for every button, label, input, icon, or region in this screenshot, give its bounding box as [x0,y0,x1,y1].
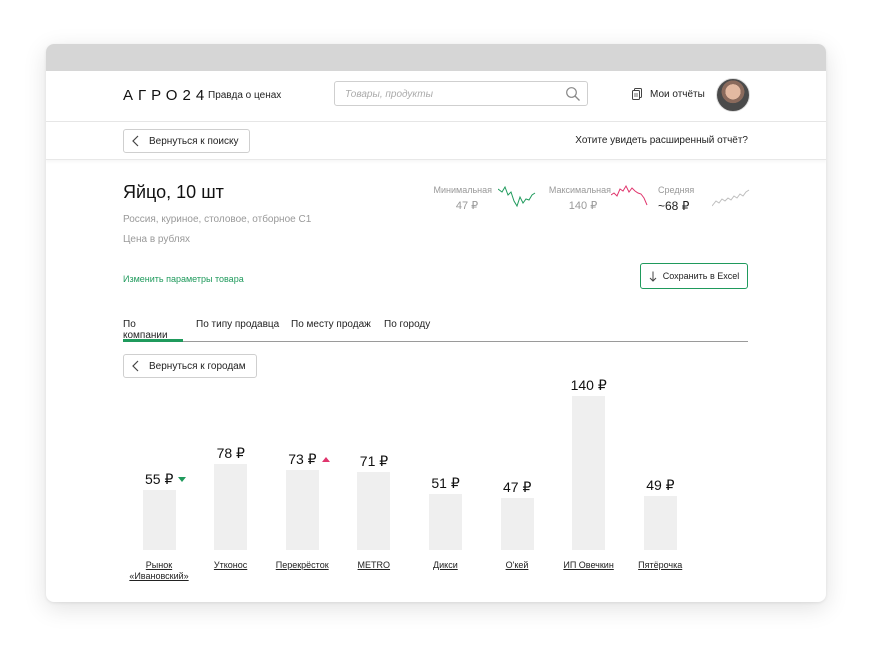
tab-by-seller-type[interactable]: По типу продавца [196,319,279,340]
sub-toolbar: Вернуться к поиску Хотите увидеть расшир… [46,122,826,160]
bar-value-label: 47 ₽ [503,479,532,496]
save-excel-label: Сохранить в Excel [662,271,740,281]
price-up-icon [321,457,330,463]
search-input[interactable] [345,87,555,101]
my-reports-link[interactable]: Мои отчёты [632,88,705,100]
price-down-icon [178,477,187,483]
price-unit: Цена в рублях [123,234,191,245]
slogan: Правда о ценах [208,90,282,101]
avatar[interactable] [716,78,750,112]
tab-by-city[interactable]: По городу [384,319,430,340]
tab-label: По месту продаж [291,319,371,330]
tabs: По компании По типу продавца По месту пр… [123,319,748,342]
logo[interactable]: АГРО24 [123,87,209,104]
tab-label: По типу продавца [196,319,280,330]
save-excel-button[interactable]: Сохранить в Excel [640,263,748,289]
bar-category-label[interactable]: Перекрёсток [262,560,342,571]
tab-by-sale-place[interactable]: По месту продаж [291,319,371,340]
chart-bar [214,464,248,550]
back-to-search-button[interactable]: Вернуться к поиску [123,129,250,153]
stat-max: Максимальная 140 ₽ [541,185,611,212]
bar-value-label: 78 ₽ [216,445,245,462]
bar-category-label[interactable]: Дикси [405,560,485,571]
stat-avg-label: Средняя [658,185,695,195]
tab-label: По городу [384,319,431,330]
search-icon[interactable] [565,86,581,102]
bar-value-label: 55 ₽ [145,471,187,488]
chart-bar [285,469,319,550]
tab-label: По компании [123,319,168,341]
stat-min: Минимальная 47 ₽ [432,185,492,212]
chart-bar [142,489,176,550]
back-to-cities-label: Вернуться к городам [149,360,246,372]
chart-bar [572,396,606,550]
bar-value-label: 71 ₽ [359,452,389,469]
stat-max-label: Максимальная [548,185,611,195]
price-bar-chart: 55 ₽ Рынок «Ивановский» 78 ₽ Утконос 73 ₽ Пере… [123,374,748,584]
window-titlebar [46,44,826,71]
bar-value-label: 73 ₽ [288,451,330,468]
max-sparkline [611,184,648,206]
min-sparkline [498,185,536,208]
bar-category-label[interactable]: О'кей [477,560,557,571]
reports-icon [632,88,642,100]
product-title: Яйцо, 10 шт [123,182,224,202]
chart-bar [357,471,391,550]
bar-category-label[interactable]: Утконос [191,560,271,571]
stat-avg-value: ~68 ₽ [658,199,690,213]
stat-min-label: Минимальная [433,185,492,195]
my-reports-label: Мои отчёты [650,88,705,100]
product-description: Россия, куриное, столовое, отборное С1 [123,214,312,225]
chart-bar [428,493,462,550]
site-header: АГРО24 Правда о ценах Мои отчёты [46,71,826,122]
back-to-search-label: Вернуться к поиску [149,135,239,147]
app-window: АГРО24 Правда о ценах Мои отчёты Ве [46,44,826,602]
bar-category-label[interactable]: METRO [334,560,414,571]
chevron-left-icon [132,360,139,372]
stat-min-value: 47 ₽ [455,200,479,212]
bar-value-label: 140 ₽ [570,377,607,393]
stat-avg: Средняя ~68 ₽ [658,185,698,213]
bar-category-label[interactable]: Рынок «Ивановский» [119,560,199,582]
chevron-left-icon [132,135,139,147]
bar-category-label[interactable]: Пятёрочка [620,560,700,571]
bar-value-label: 49 ₽ [646,477,675,494]
bar-category-label[interactable]: ИП Овечкин [549,560,629,571]
chart-bar [500,498,534,550]
chart-bar [643,496,677,550]
search-box[interactable] [334,81,588,106]
avg-sparkline [712,189,750,207]
stat-max-value: 140 ₽ [568,200,598,212]
download-arrow-icon [649,271,657,282]
change-parameters-link[interactable]: Изменить параметры товара [123,274,244,284]
tab-by-company[interactable]: По компании [123,319,183,342]
bar-value-label: 51 ₽ [431,474,460,491]
extended-report-link[interactable]: Хотите увидеть расширенный отчёт? [575,135,748,146]
